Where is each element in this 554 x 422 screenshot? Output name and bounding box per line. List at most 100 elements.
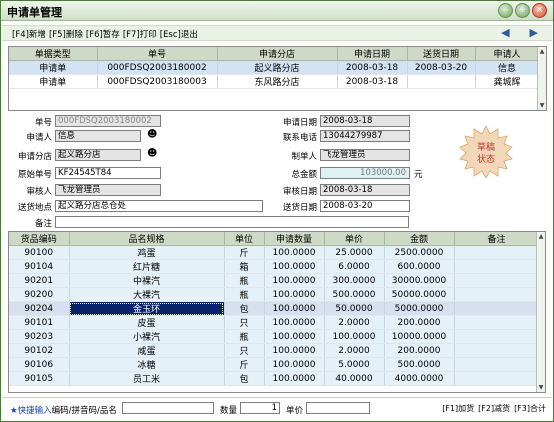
table-cell[interactable]: 员工米 [69,371,225,386]
table-cell[interactable]: 红片糖 [69,259,225,274]
close-icon[interactable]: × [532,3,547,18]
table-cell[interactable]: 斤 [224,357,265,372]
table-cell[interactable]: 鸡蛋 [69,245,225,260]
table-row[interactable]: 90105 员工米包 100.0000 40.0000 4000.0000 [9,371,540,386]
column-header[interactable]: 申请数量 [264,232,325,246]
table-cell[interactable] [407,74,476,89]
table-cell[interactable]: 瓶 [224,273,265,288]
orig-no-field[interactable]: KF24545T84 [55,167,161,179]
table-cell[interactable]: 2008-03-20 [407,60,476,75]
table-cell[interactable]: 90201 [9,273,70,288]
table-cell[interactable]: 包 [224,301,265,316]
table-row[interactable]: 90104 红片糖箱 100.0000 6.0000 600.0000 [9,259,540,274]
ship-address-field[interactable]: 起义路分店总仓处 [55,200,263,212]
table-cell[interactable]: 信息 [475,60,540,75]
table-row[interactable]: 90101 皮蛋只 100.0000 2.0000 200.0000 [9,315,540,330]
table-cell[interactable]: 90102 [9,343,70,358]
table-cell[interactable]: 冰糖 [69,357,225,372]
table-cell[interactable]: 中裸汽 [69,273,225,288]
select-branch-icon[interactable]: ☻ [147,148,157,159]
sum-hotkey[interactable]: [F3]合计 [514,404,546,413]
table-cell[interactable]: 30000.0000 [384,273,455,288]
table-cell[interactable] [454,301,540,316]
quick-entry-input[interactable] [122,402,214,414]
table-cell[interactable]: 40.0000 [324,371,385,386]
table-cell[interactable]: 大裸汽 [69,287,225,302]
table-cell[interactable]: 咸蛋 [69,343,225,358]
select-person-icon[interactable]: ☻ [147,129,157,140]
table-cell[interactable] [454,315,540,330]
table-cell[interactable]: 只 [224,343,265,358]
table-cell[interactable]: 5000.0000 [384,301,455,316]
table-cell[interactable]: 100.0000 [264,343,325,358]
table-cell[interactable]: 2.0000 [324,315,385,330]
save-draft-button[interactable]: [F6]暂存 [86,30,120,40]
table-cell[interactable]: 25.0000 [324,245,385,260]
delete-button[interactable]: [F5]删除 [49,30,83,40]
table-row[interactable]: 90102 咸蛋只 100.0000 2.0000 200.0000 [9,343,540,358]
scroll-down-icon[interactable]: ▼ [538,101,546,110]
table-cell[interactable]: 500.0000 [324,287,385,302]
column-header[interactable]: 送货日期 [407,47,476,61]
table-cell[interactable]: 100.0000 [264,315,325,330]
table-cell[interactable]: 4000.0000 [384,371,455,386]
table-cell[interactable]: 100.0000 [264,245,325,260]
maker-field[interactable]: 飞龙管理员 [320,149,410,161]
document-list-grid[interactable]: 单据类型 单号 申请分店 申请日期 送货日期 申请人 申请单 000FDSQ20… [8,46,547,111]
table-cell[interactable]: 100.0000 [264,357,325,372]
table-cell[interactable]: 包 [224,371,265,386]
table-cell[interactable] [454,371,540,386]
table-cell[interactable]: 只 [224,315,265,330]
print-button[interactable]: [F7]打印 [123,30,157,40]
table-cell[interactable]: 90101 [9,315,70,330]
table-cell[interactable]: 600.0000 [384,259,455,274]
table-cell[interactable] [454,343,540,358]
table-cell[interactable] [454,329,540,344]
table-cell[interactable] [454,245,540,260]
table-cell[interactable]: 100.0000 [264,301,325,316]
applicant-field[interactable]: 信息 [55,130,141,142]
apply-date-field[interactable]: 2008-03-18 [320,115,410,127]
column-header[interactable]: 申请分店 [217,47,338,61]
column-header[interactable]: 单号 [97,47,218,61]
table-cell[interactable]: 200.0000 [384,315,455,330]
table-cell[interactable]: 100.0000 [264,273,325,288]
table-cell[interactable]: 200.0000 [384,343,455,358]
table-cell[interactable]: 2008-03-18 [337,74,408,89]
maximize-icon[interactable]: + [515,3,530,18]
table-cell[interactable]: 瓶 [224,287,265,302]
table-cell[interactable]: 东风路分店 [217,74,338,89]
table-cell[interactable]: 50000.0000 [384,287,455,302]
table-cell[interactable]: 90104 [9,259,70,274]
ship-date-field[interactable]: 2008-03-20 [320,200,410,212]
table-cell[interactable]: 瓶 [224,329,265,344]
table-row[interactable]: 申请单 000FDSQ2003180003 东风路分店 2008-03-18 龚… [9,74,540,89]
table-row[interactable]: 90106 冰糖斤 100.0000 5.0000 500.0000 [9,357,540,372]
table-row[interactable]: 申请单 000FDSQ2003180002 起义路分店 2008-03-18 2… [9,60,540,75]
table-row[interactable]: 90200 大裸汽瓶 100.0000 500.0000 50000.0000 [9,287,540,302]
table-cell[interactable]: 5.0000 [324,357,385,372]
table-cell[interactable]: 90100 [9,245,70,260]
review-date-field[interactable]: 2008-03-18 [320,184,410,196]
vertical-scrollbar[interactable]: ▲ ▼ [536,232,545,392]
vertical-scrollbar[interactable]: ▲ ▼ [537,47,546,110]
table-cell[interactable]: 10000.0000 [384,329,455,344]
table-cell[interactable]: 申请单 [9,74,98,89]
table-cell[interactable]: 90204 [9,301,70,316]
table-cell[interactable]: 龚城辉 [475,74,540,89]
column-header[interactable]: 单位 [224,232,265,246]
column-header[interactable]: 申请人 [475,47,540,61]
column-header[interactable]: 单据类型 [9,47,98,61]
table-row[interactable]: 90204 金玉环包 100.0000 50.0000 5000.0000 [9,301,540,316]
column-header[interactable]: 金额 [384,232,455,246]
price-input[interactable] [306,402,370,414]
table-cell[interactable]: 金玉环 [69,301,225,316]
exit-button[interactable]: [Esc]退出 [160,30,198,40]
column-header[interactable]: 货品编码 [9,232,70,246]
table-cell[interactable]: 2.0000 [324,343,385,358]
table-cell[interactable]: 100.0000 [324,329,385,344]
table-cell[interactable]: 90200 [9,287,70,302]
table-cell[interactable]: 斤 [224,245,265,260]
table-row[interactable]: 90100 鸡蛋斤 100.0000 25.0000 2500.0000 [9,245,540,260]
table-cell[interactable]: 90106 [9,357,70,372]
